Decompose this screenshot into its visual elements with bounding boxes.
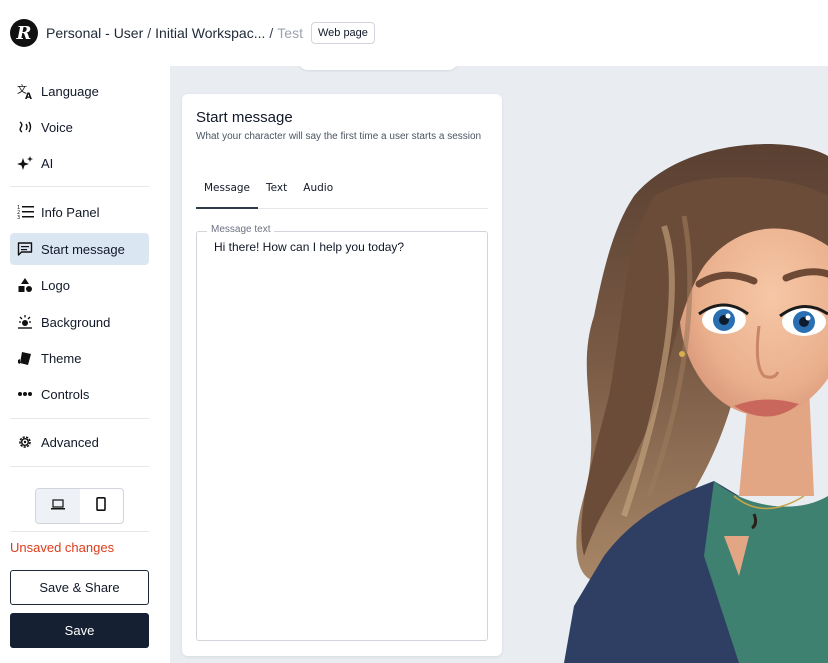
card-subtitle: What your character will say the first t…: [196, 131, 482, 142]
sidebar-item-logo[interactable]: Logo: [10, 269, 149, 301]
shapes-icon: [16, 276, 34, 294]
gear-icon: [16, 433, 34, 451]
tab-message[interactable]: Message: [196, 174, 259, 209]
character-avatar: [564, 144, 828, 663]
voice-icon: [16, 118, 34, 136]
sidebar-item-label: Theme: [41, 350, 82, 366]
sidebar-item-label: Advanced: [41, 434, 99, 450]
message-text-value[interactable]: Hi there! How can I help you today?: [214, 240, 404, 254]
logo-letter: R: [16, 22, 32, 44]
unsaved-changes-text: Unsaved changes: [10, 540, 115, 555]
sidebar-item-start-message[interactable]: Start message: [10, 233, 149, 265]
palette-icon: [16, 349, 34, 367]
sidebar-divider: [10, 466, 149, 467]
sidebar-item-language[interactable]: 文A Language: [10, 75, 149, 107]
preview-top-handle: [298, 66, 458, 70]
app-logo-icon[interactable]: R: [10, 19, 38, 47]
breadcrumb-project[interactable]: Initial Workspac...: [155, 25, 265, 41]
translate-icon: 文A: [16, 82, 34, 100]
sidebar-divider: [10, 418, 149, 419]
sidebar-item-label: Language: [41, 83, 99, 99]
laptop-icon: [50, 497, 65, 515]
sidebar-item-label: Start message: [41, 241, 125, 257]
list-icon: 123: [16, 203, 34, 221]
sidebar-item-advanced[interactable]: Advanced: [10, 426, 149, 458]
sidebar-item-voice[interactable]: Voice: [10, 111, 149, 143]
dots-icon: [16, 385, 34, 403]
sidebar-item-background[interactable]: Background: [10, 306, 149, 338]
breadcrumb: Personal - User / Initial Workspac... / …: [46, 25, 303, 41]
desktop-preview-button[interactable]: [36, 489, 80, 523]
message-text-field[interactable]: Message text Hi there! How can I help yo…: [196, 224, 488, 641]
sidebar-item-controls[interactable]: Controls: [10, 378, 149, 410]
breadcrumb-workspace[interactable]: Personal - User: [46, 25, 143, 41]
save-button[interactable]: Save: [10, 613, 149, 648]
sidebar-divider: [10, 186, 149, 187]
device-preview-toggle: [35, 488, 124, 524]
sidebar-item-label: Info Panel: [41, 204, 100, 220]
sparkle-icon: [16, 154, 34, 172]
sidebar-item-label: Voice: [41, 119, 73, 135]
message-text-label: Message text: [207, 224, 275, 235]
start-message-card: Start message What your character will s…: [182, 94, 502, 656]
page-type-badge: Web page: [310, 22, 375, 44]
card-title: Start message: [196, 109, 293, 126]
sidebar-item-label: Logo: [41, 277, 70, 293]
message-icon: [16, 240, 34, 258]
svg-text:3: 3: [17, 215, 20, 220]
svg-text:A: A: [25, 92, 32, 100]
sidebar-item-ai[interactable]: AI: [10, 147, 149, 179]
sidebar-item-label: Background: [41, 314, 111, 330]
sidebar: 文A Language Voice AI 123 Info Panel Star…: [0, 66, 170, 663]
message-tabs: Message Text Audio: [196, 174, 488, 209]
mobile-preview-button[interactable]: [80, 489, 124, 523]
top-bar: R Personal - User / Initial Workspac... …: [0, 0, 828, 66]
sidebar-item-label: AI: [41, 155, 54, 171]
tab-text[interactable]: Text: [258, 174, 295, 209]
breadcrumb-separator: /: [269, 25, 274, 41]
background-icon: [16, 313, 34, 331]
phone-icon: [96, 496, 107, 516]
sidebar-divider: [10, 531, 149, 532]
save-and-share-button[interactable]: Save & Share: [10, 570, 149, 605]
sidebar-item-info-panel[interactable]: 123 Info Panel: [10, 196, 149, 228]
breadcrumb-page: Test: [277, 25, 303, 41]
preview-canvas: Start message What your character will s…: [170, 66, 828, 663]
breadcrumb-separator: /: [147, 25, 152, 41]
sidebar-item-theme[interactable]: Theme: [10, 342, 149, 374]
sidebar-item-label: Controls: [41, 386, 90, 402]
tab-audio[interactable]: Audio: [295, 174, 341, 209]
